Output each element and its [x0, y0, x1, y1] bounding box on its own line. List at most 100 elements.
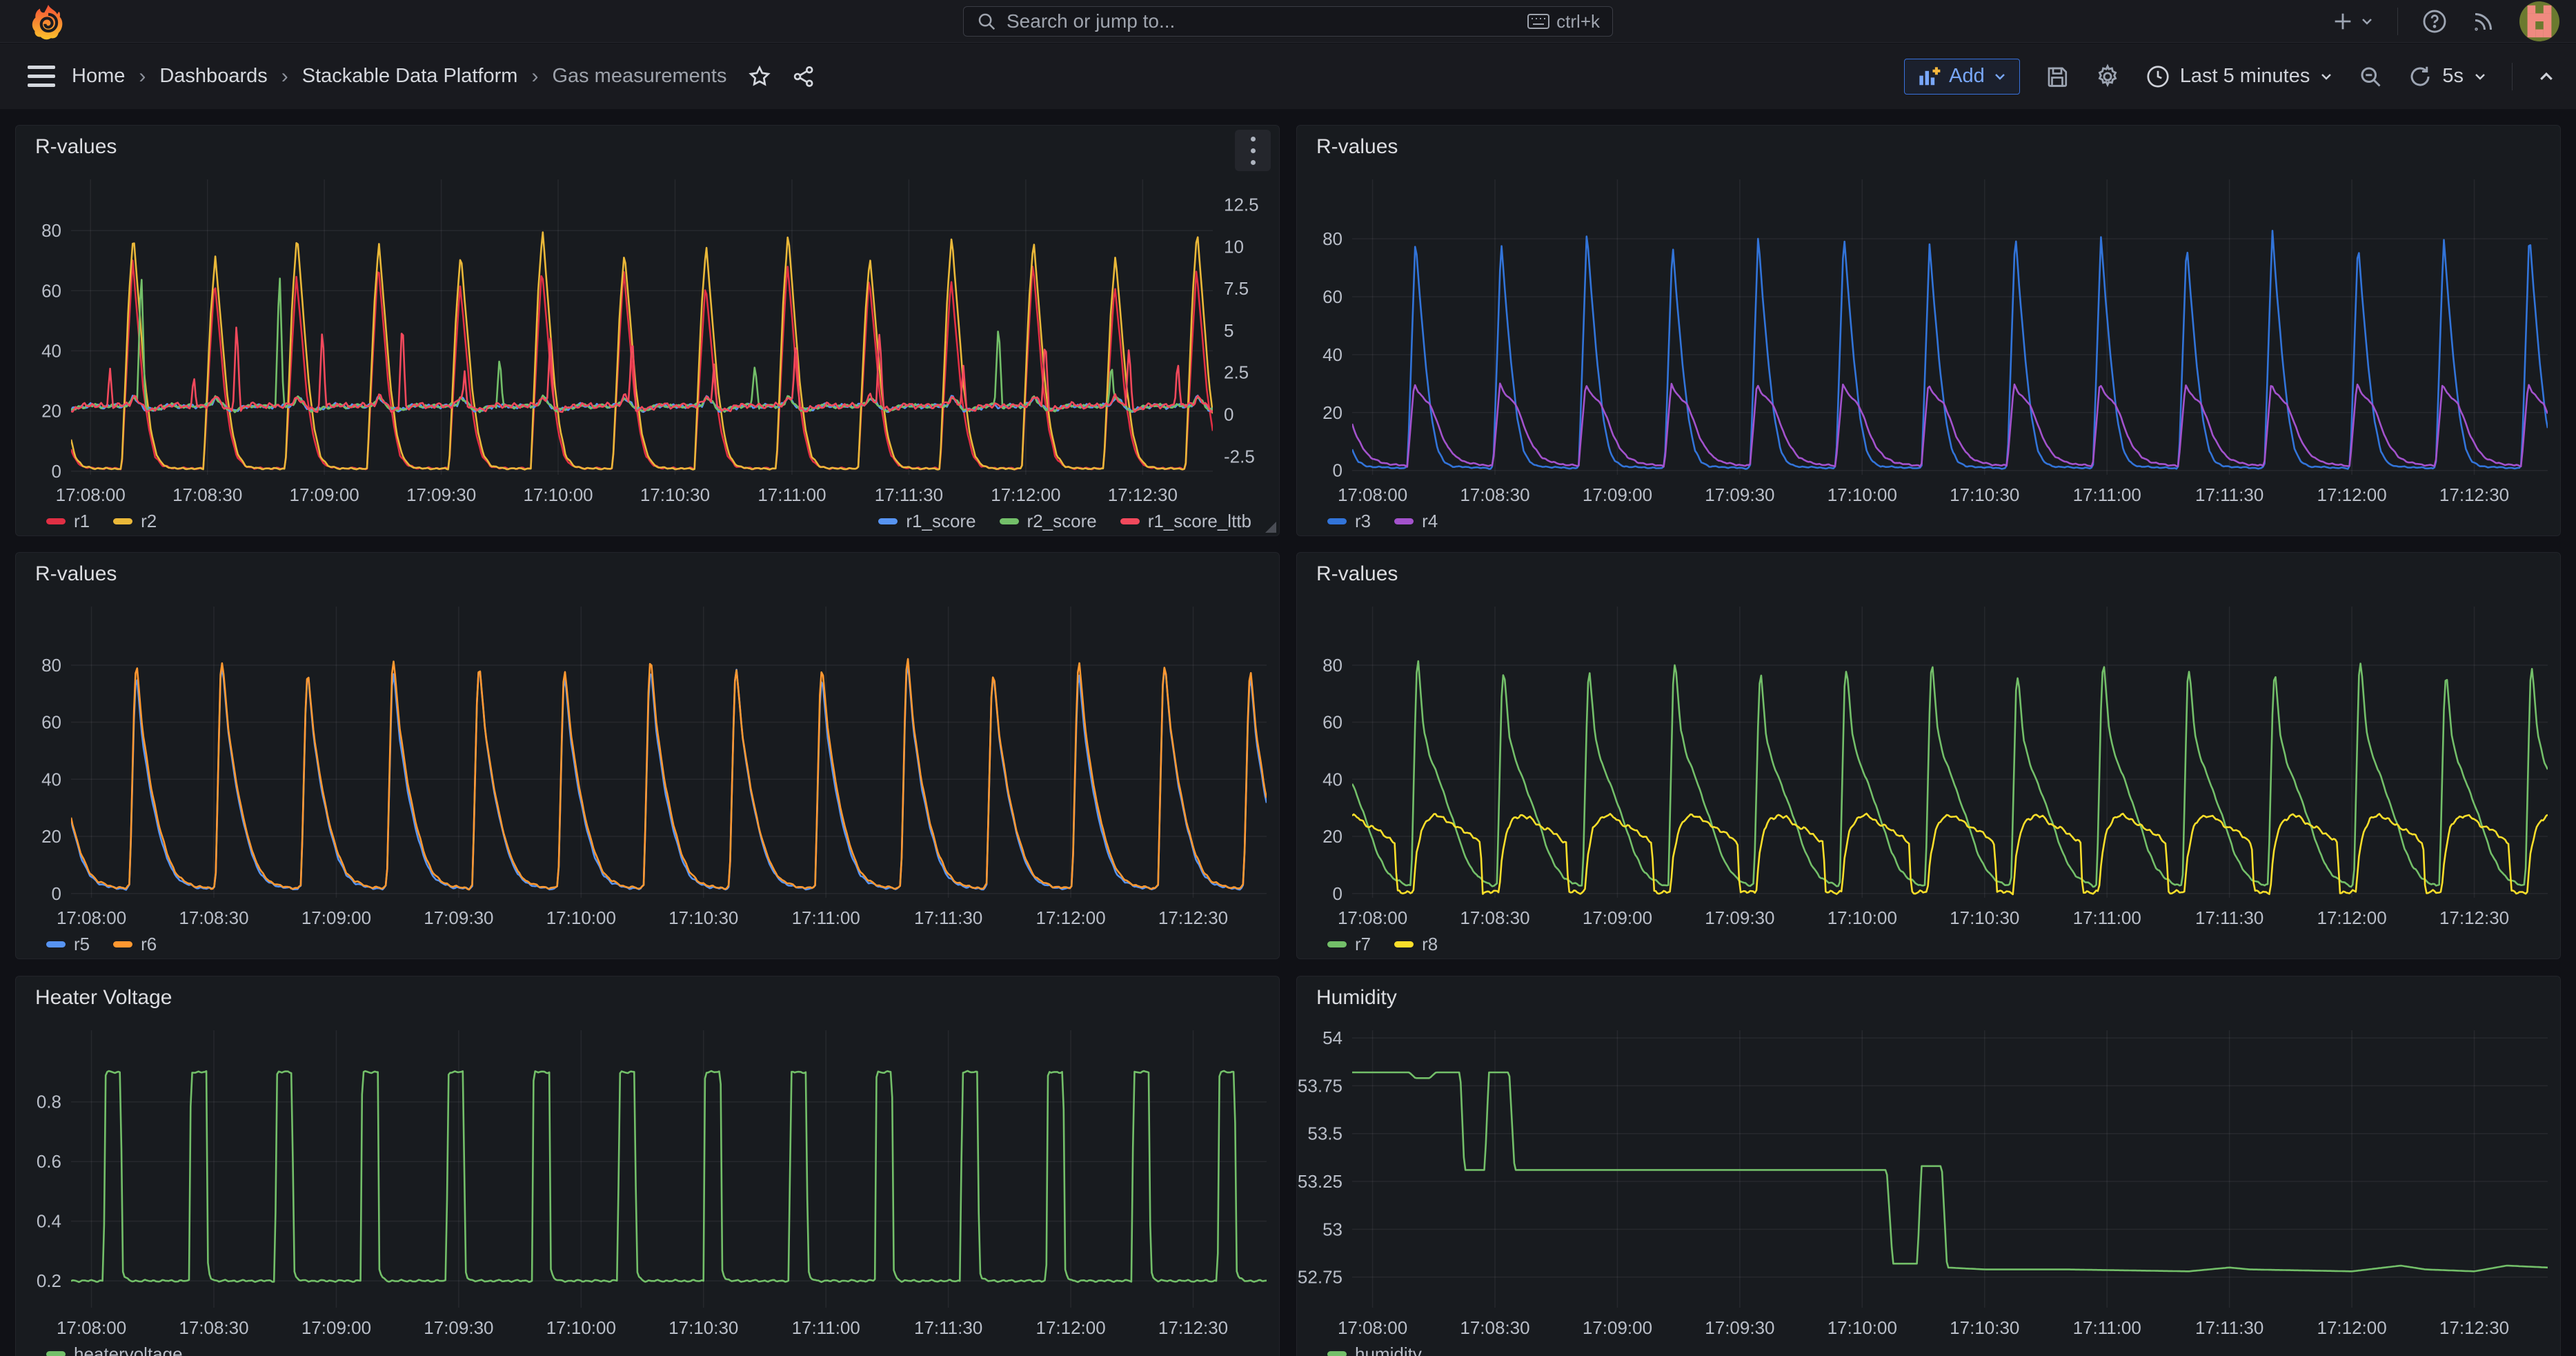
- legend-item-r2_score[interactable]: r2_score: [1000, 511, 1097, 532]
- legend-label: r1: [74, 511, 90, 532]
- legend-label: r6: [141, 934, 157, 955]
- grafana-app: Search or jump to... ctrl+k: [0, 0, 2576, 1356]
- svg-text:17:09:30: 17:09:30: [424, 907, 493, 928]
- panel-r-values-1: R-values 020406080-2.502.557.51012.517:0…: [15, 125, 1280, 536]
- svg-text:17:10:30: 17:10:30: [668, 907, 738, 928]
- panel-header[interactable]: R-values: [16, 553, 1279, 591]
- dashboard-actions: [747, 64, 816, 89]
- svg-text:17:12:30: 17:12:30: [1108, 484, 1178, 505]
- svg-text:53.75: 53.75: [1298, 1075, 1343, 1096]
- save-dashboard-icon[interactable]: [2045, 64, 2070, 89]
- panel-header[interactable]: R-values: [1297, 126, 2560, 164]
- settings-gear-icon[interactable]: [2094, 63, 2121, 90]
- user-avatar[interactable]: [2519, 1, 2559, 41]
- share-icon[interactable]: [791, 64, 816, 89]
- panel-title: Humidity: [1316, 986, 1397, 1010]
- svg-text:52.75: 52.75: [1298, 1267, 1343, 1288]
- chart-canvas[interactable]: 020406080-2.502.557.51012.517:08:0017:08…: [16, 164, 1279, 507]
- svg-text:40: 40: [1322, 769, 1343, 789]
- chart-canvas[interactable]: 02040608017:08:0017:08:3017:09:0017:09:3…: [1297, 591, 2560, 930]
- chart-canvas[interactable]: 52.755353.2553.553.755417:08:0017:08:301…: [1297, 1015, 2560, 1339]
- panel-r-values-3: R-values 02040608017:08:0017:08:3017:09:…: [15, 552, 1280, 959]
- svg-text:17:11:30: 17:11:30: [914, 907, 982, 928]
- news-button[interactable]: [2471, 9, 2496, 34]
- svg-text:17:09:30: 17:09:30: [1705, 907, 1774, 928]
- panel-header[interactable]: Heater Voltage: [16, 976, 1279, 1015]
- svg-text:17:11:30: 17:11:30: [2195, 907, 2263, 928]
- legend-item-r4[interactable]: r4: [1394, 511, 1438, 532]
- panel-title: R-values: [35, 135, 117, 159]
- svg-text:17:10:30: 17:10:30: [1950, 907, 2019, 928]
- legend-item-r7[interactable]: r7: [1327, 934, 1371, 955]
- legend-item-r1_score[interactable]: r1_score: [878, 511, 975, 532]
- svg-text:17:08:00: 17:08:00: [1338, 1317, 1407, 1338]
- time-series-chart[interactable]: 02040608017:08:0017:08:3017:09:0017:09:3…: [1297, 591, 2560, 930]
- svg-text:17:08:30: 17:08:30: [1460, 1317, 1529, 1338]
- legend-item-r8[interactable]: r8: [1394, 934, 1438, 955]
- panel-header[interactable]: R-values: [1297, 553, 2560, 591]
- legend-item-humidity[interactable]: humidity: [1327, 1344, 1422, 1356]
- chart-canvas[interactable]: 02040608017:08:0017:08:3017:09:0017:09:3…: [1297, 164, 2560, 507]
- help-button[interactable]: [2421, 8, 2448, 35]
- legend-item-r1[interactable]: r1: [46, 511, 90, 532]
- legend-label: r1_score: [906, 511, 975, 532]
- refresh-picker[interactable]: 5s: [2408, 64, 2487, 89]
- svg-text:0.2: 0.2: [37, 1270, 61, 1291]
- svg-text:17:12:30: 17:12:30: [1158, 907, 1228, 928]
- breadcrumb-folder[interactable]: Stackable Data Platform: [302, 65, 518, 88]
- svg-text:17:11:30: 17:11:30: [2195, 484, 2263, 505]
- panel-legend: r1 r2 r1_score r2_score r1_score_lttb: [16, 507, 1279, 532]
- svg-text:20: 20: [1322, 402, 1343, 423]
- svg-text:0: 0: [1333, 883, 1343, 904]
- legend-swatch: [1120, 518, 1140, 524]
- zoom-out-icon[interactable]: [2358, 64, 2383, 89]
- add-button[interactable]: Add: [1904, 59, 2020, 95]
- time-series-chart[interactable]: 02040608017:08:0017:08:3017:09:0017:09:3…: [1297, 164, 2560, 507]
- svg-text:17:12:00: 17:12:00: [2317, 484, 2386, 505]
- time-series-chart[interactable]: 02040608017:08:0017:08:3017:09:0017:09:3…: [16, 591, 1279, 930]
- legend-item-r6[interactable]: r6: [113, 934, 157, 955]
- panel-legend: r5 r6: [16, 930, 1279, 955]
- time-series-chart[interactable]: 52.755353.2553.553.755417:08:0017:08:301…: [1297, 1015, 2560, 1339]
- new-menu-button[interactable]: [2331, 10, 2374, 33]
- time-range-picker[interactable]: Last 5 minutes: [2146, 64, 2334, 89]
- svg-text:17:12:30: 17:12:30: [2439, 484, 2509, 505]
- legend-label: humidity: [1355, 1344, 1422, 1356]
- breadcrumb-dashboards[interactable]: Dashboards: [159, 65, 267, 88]
- legend-label: r2_score: [1027, 511, 1097, 532]
- collapse-chrome-icon[interactable]: [2537, 70, 2555, 83]
- legend-item-r3[interactable]: r3: [1327, 511, 1371, 532]
- breadcrumb-home[interactable]: Home: [72, 65, 125, 88]
- legend-swatch: [113, 518, 132, 524]
- chevron-down-icon: [2319, 72, 2333, 81]
- dashboard-grid: R-values 020406080-2.502.557.51012.517:0…: [0, 109, 2576, 1356]
- search-input[interactable]: Search or jump to... ctrl+k: [963, 6, 1613, 37]
- legend-item-heatervoltage[interactable]: heatervoltage: [46, 1344, 183, 1356]
- svg-text:0.4: 0.4: [37, 1211, 61, 1232]
- svg-text:40: 40: [41, 340, 61, 361]
- time-series-chart[interactable]: 020406080-2.502.557.51012.517:08:0017:08…: [16, 164, 1279, 507]
- grafana-logo-icon[interactable]: [29, 4, 68, 40]
- svg-text:53.25: 53.25: [1298, 1171, 1343, 1192]
- legend-label: r8: [1422, 934, 1438, 955]
- legend-item-r1_score_lttb[interactable]: r1_score_lttb: [1120, 511, 1251, 532]
- legend-item-r2[interactable]: r2: [113, 511, 157, 532]
- svg-text:7.5: 7.5: [1224, 278, 1249, 299]
- svg-text:60: 60: [41, 712, 61, 733]
- svg-text:17:09:00: 17:09:00: [290, 484, 359, 505]
- panel-header[interactable]: R-values: [16, 126, 1279, 164]
- legend-swatch: [113, 941, 132, 947]
- svg-text:17:10:00: 17:10:00: [1827, 484, 1897, 505]
- time-series-chart[interactable]: 0.20.40.60.817:08:0017:08:3017:09:0017:0…: [16, 1015, 1279, 1339]
- menu-toggle-button[interactable]: [28, 66, 55, 87]
- chart-canvas[interactable]: 02040608017:08:0017:08:3017:09:0017:09:3…: [16, 591, 1279, 930]
- panel-menu-button[interactable]: [1235, 130, 1271, 171]
- panel-legend: r3 r4: [1297, 507, 2560, 532]
- breadcrumb-separator: ›: [281, 65, 288, 88]
- svg-text:17:12:30: 17:12:30: [2439, 1317, 2509, 1338]
- svg-text:17:10:00: 17:10:00: [1827, 1317, 1897, 1338]
- legend-item-r5[interactable]: r5: [46, 934, 90, 955]
- panel-header[interactable]: Humidity: [1297, 976, 2560, 1015]
- chart-canvas[interactable]: 0.20.40.60.817:08:0017:08:3017:09:0017:0…: [16, 1015, 1279, 1339]
- star-icon[interactable]: [747, 64, 772, 89]
